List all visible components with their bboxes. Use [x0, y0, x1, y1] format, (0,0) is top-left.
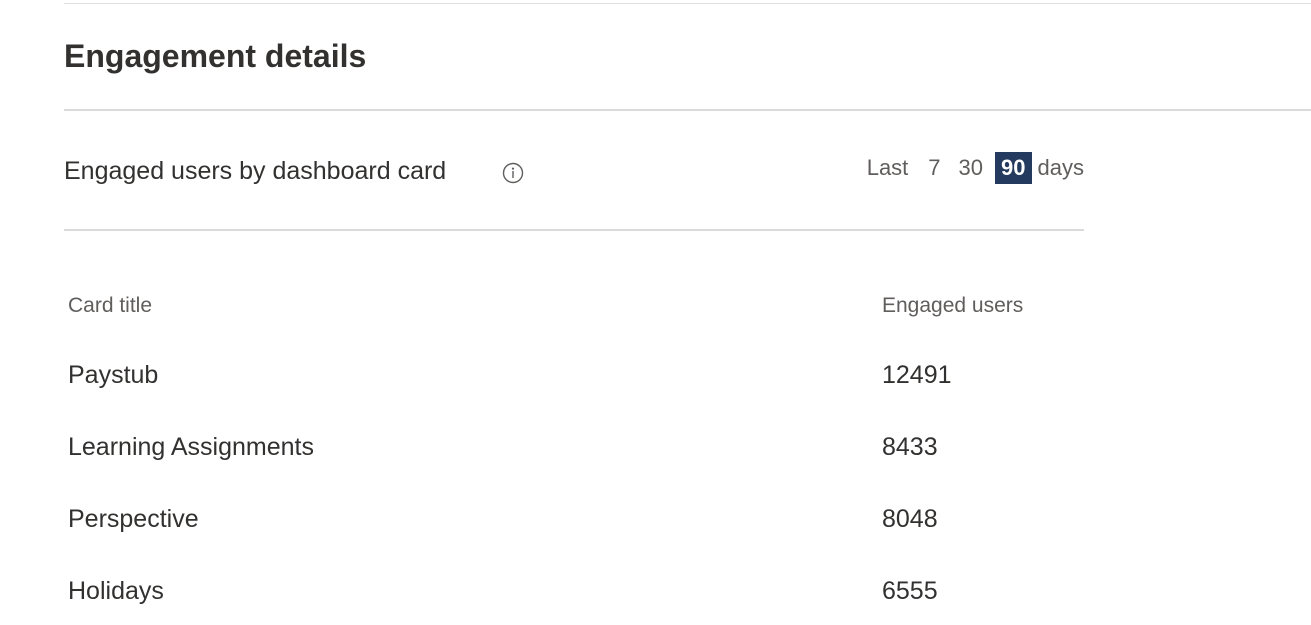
card-divider: [64, 229, 1084, 231]
row-card-title: Holidays: [68, 577, 164, 605]
section-divider: [64, 109, 1311, 111]
row-card-title: Learning Assignments: [68, 433, 314, 461]
card-title: Engaged users by dashboard card: [64, 157, 447, 185]
column-header-engaged-users: Engaged users: [882, 294, 1024, 317]
range-option-90[interactable]: 90: [995, 152, 1032, 184]
top-divider: [64, 3, 1311, 4]
range-unit-label: days: [1037, 155, 1084, 180]
table-row: Perspective 8048: [68, 471, 1084, 543]
range-prefix-label: Last: [866, 155, 909, 180]
row-engaged-users: 6555: [882, 577, 938, 605]
range-option-30[interactable]: 30: [953, 152, 989, 184]
table-row: Holidays 6555: [68, 543, 1084, 615]
info-icon[interactable]: [502, 162, 524, 184]
date-range-picker: Last 7 30 90 days: [867, 150, 1084, 186]
engagement-table: Card title Engaged users Paystub 12491 L…: [68, 290, 1084, 615]
row-engaged-users: 8048: [882, 505, 938, 533]
table-body: Paystub 12491 Learning Assignments 8433 …: [68, 327, 1084, 615]
table-row: Paystub 12491: [68, 327, 1084, 399]
row-card-title: Paystub: [68, 361, 159, 389]
row-engaged-users: 8433: [882, 433, 938, 461]
column-header-card-title: Card title: [68, 294, 153, 317]
section-title: Engagement details: [64, 38, 367, 74]
row-engaged-users: 12491: [882, 361, 952, 389]
card-header: Engaged users by dashboard card Last 7 3…: [64, 150, 1084, 196]
row-card-title: Perspective: [68, 505, 199, 533]
range-option-7[interactable]: 7: [922, 152, 946, 184]
table-header-row: Card title Engaged users: [68, 290, 1084, 330]
table-row: Learning Assignments 8433: [68, 399, 1084, 471]
